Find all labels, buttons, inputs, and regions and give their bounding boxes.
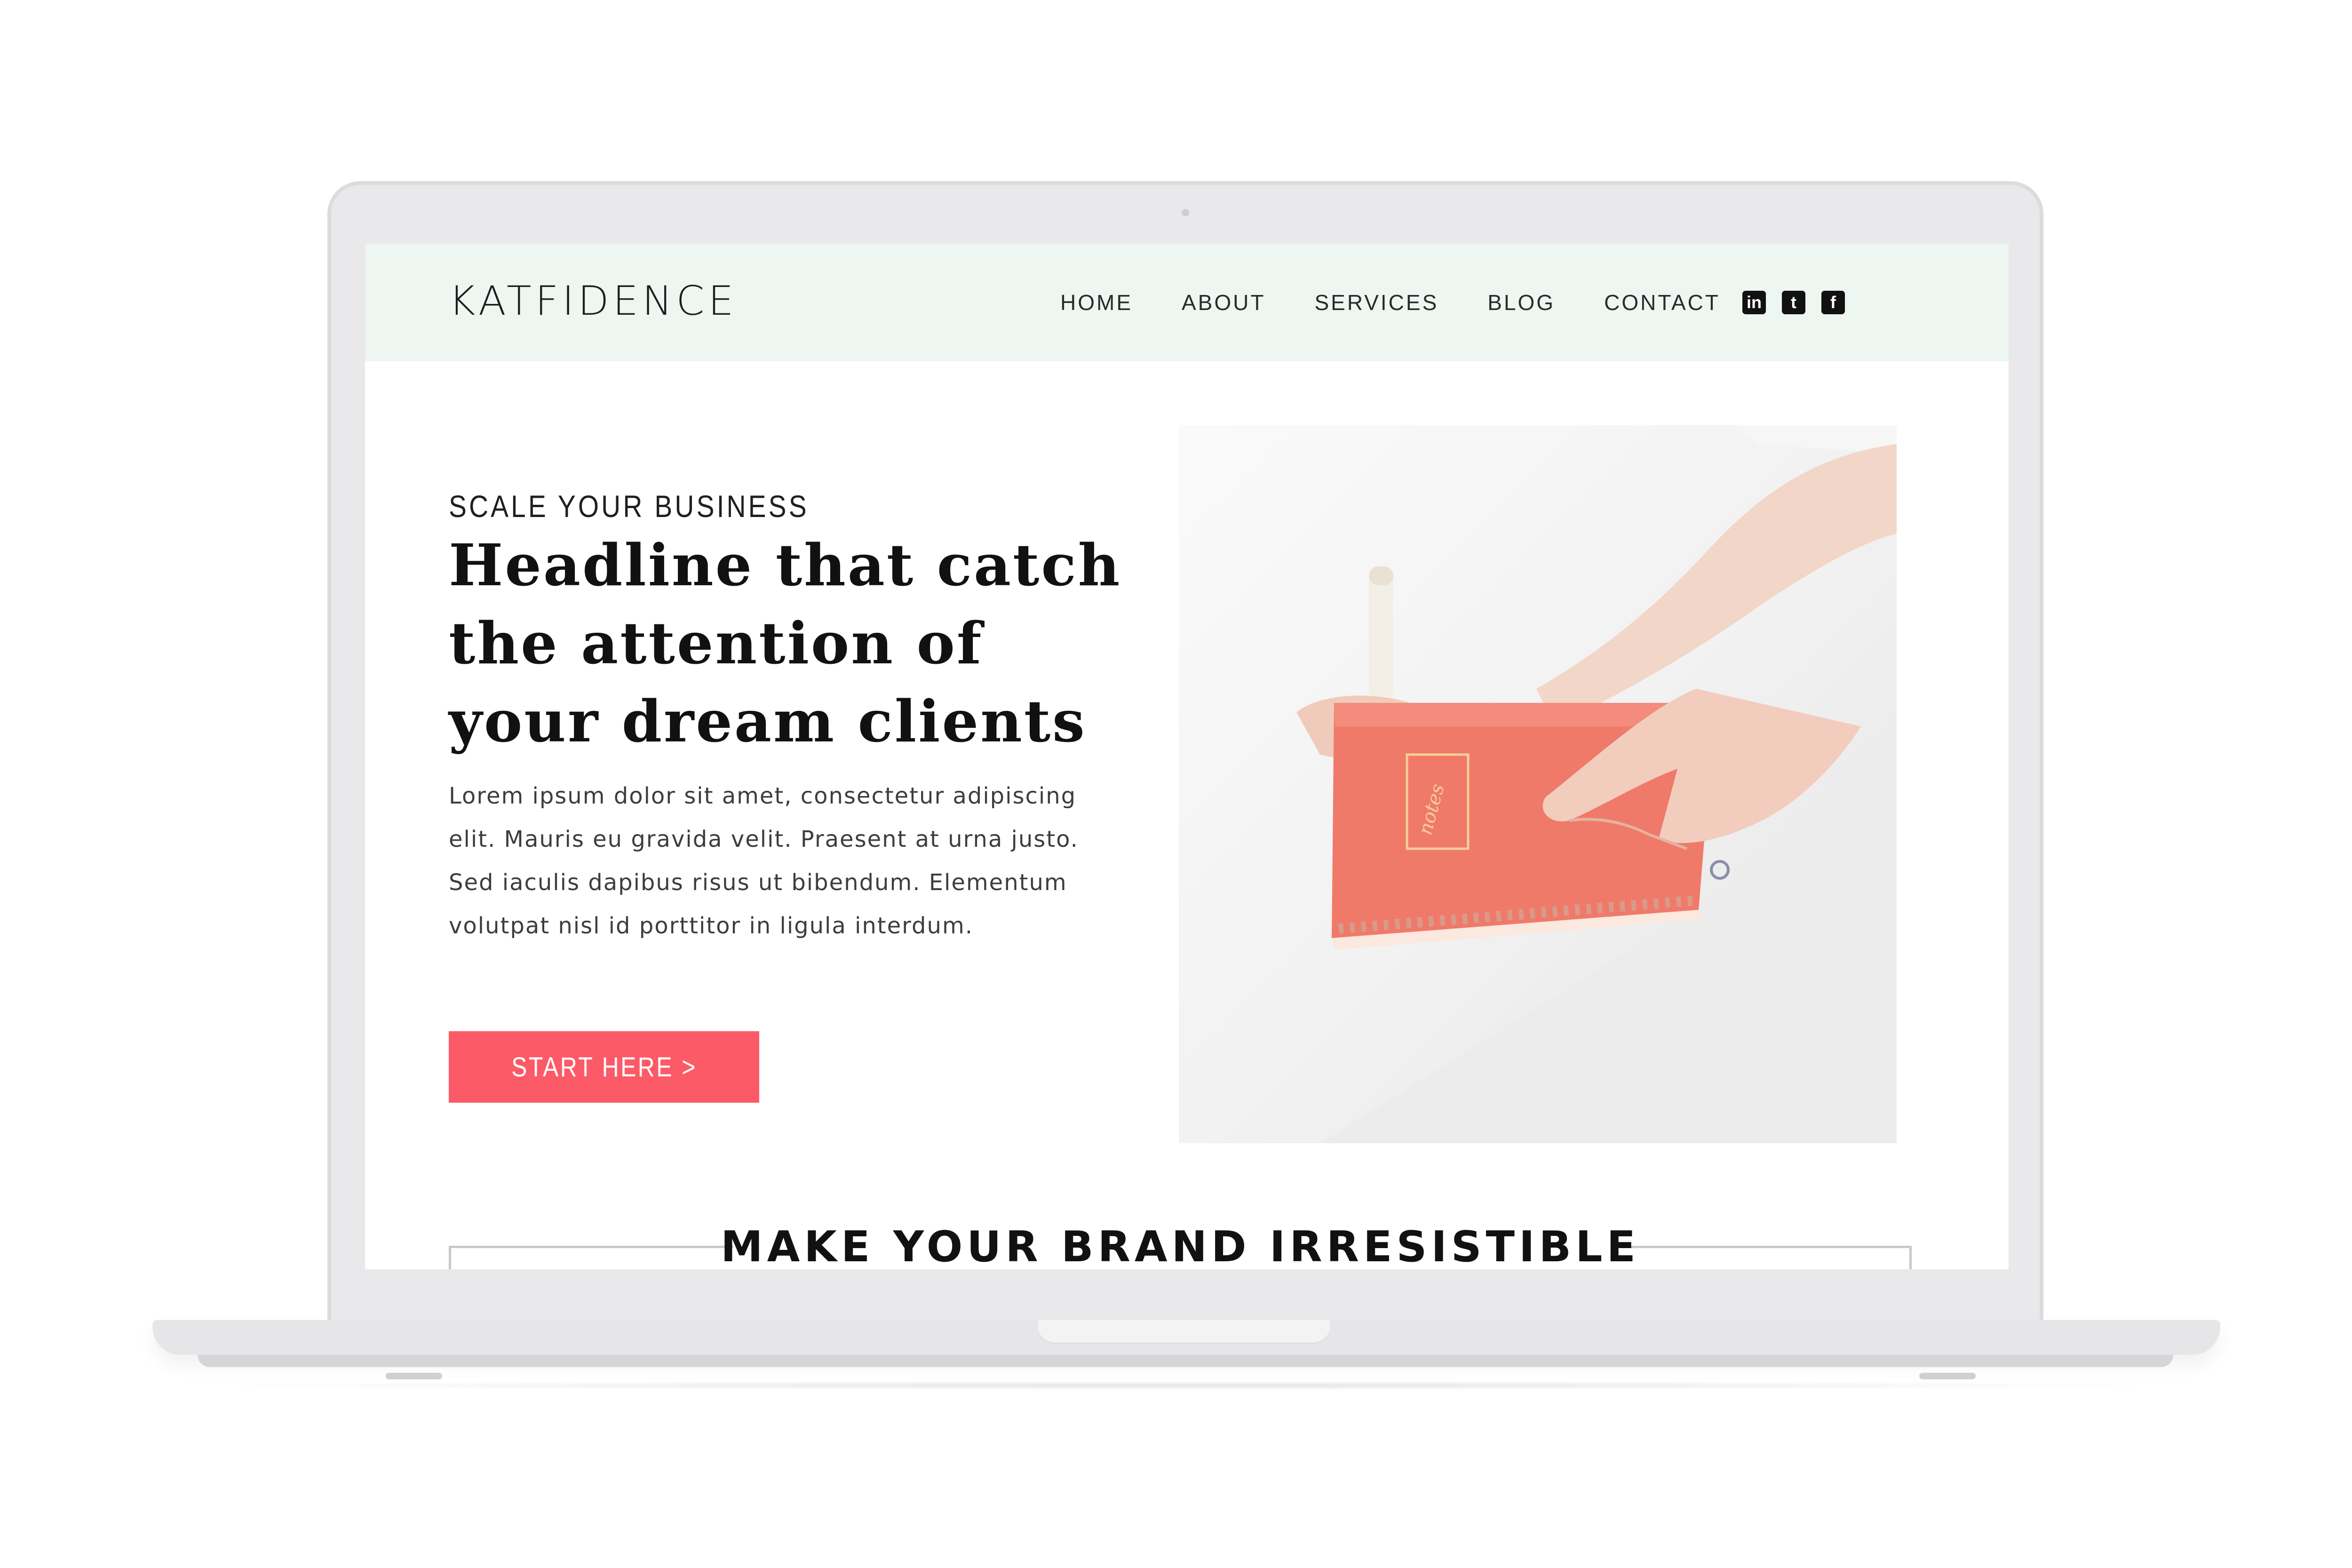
nav-home[interactable]: HOME bbox=[1060, 290, 1133, 315]
hero-headline: Headline that catch the attention of you… bbox=[449, 531, 1122, 755]
facebook-icon[interactable]: f bbox=[1821, 291, 1845, 314]
start-here-button[interactable]: START HERE > bbox=[449, 1031, 759, 1103]
social-links: in t f bbox=[1742, 291, 1845, 314]
hero-body-text: Lorem ipsum dolor sit amet, consectetur … bbox=[449, 783, 1079, 939]
laptop-foot-left bbox=[386, 1373, 442, 1379]
tumblr-icon[interactable]: t bbox=[1782, 291, 1805, 314]
linkedin-icon[interactable]: in bbox=[1742, 291, 1766, 314]
laptop-screen: KATFIDENCE HOME ABOUT SERVICES BLOG CONT… bbox=[365, 244, 2009, 1269]
laptop-notch bbox=[1038, 1320, 1330, 1344]
nav-services[interactable]: SERVICES bbox=[1314, 290, 1438, 315]
section-title: MAKE YOUR BRAND IRRESISTIBLE bbox=[721, 1222, 1640, 1269]
start-here-label: START HERE > bbox=[511, 1051, 697, 1082]
hero-photo: notes bbox=[1179, 425, 1897, 1143]
main-nav: HOME ABOUT SERVICES BLOG CONTACT bbox=[1060, 290, 1720, 315]
site-header: KATFIDENCE HOME ABOUT SERVICES BLOG CONT… bbox=[365, 244, 2009, 361]
webcam-icon bbox=[1182, 209, 1189, 216]
nav-blog[interactable]: BLOG bbox=[1487, 290, 1555, 315]
hero-eyebrow: SCALE YOUR BUSINESS bbox=[449, 489, 809, 524]
nav-contact[interactable]: CONTACT bbox=[1604, 290, 1720, 315]
hands-notebook-illustration: notes bbox=[1296, 425, 1897, 1143]
laptop-shadow bbox=[179, 1381, 2192, 1390]
nav-about[interactable]: ABOUT bbox=[1182, 290, 1265, 315]
laptop-base-edge bbox=[198, 1355, 2173, 1367]
site-logo[interactable]: KATFIDENCE bbox=[449, 278, 738, 325]
section-title-block: MAKE YOUR BRAND IRRESISTIBLE bbox=[449, 1218, 1912, 1269]
laptop-foot-right bbox=[1919, 1373, 1976, 1379]
